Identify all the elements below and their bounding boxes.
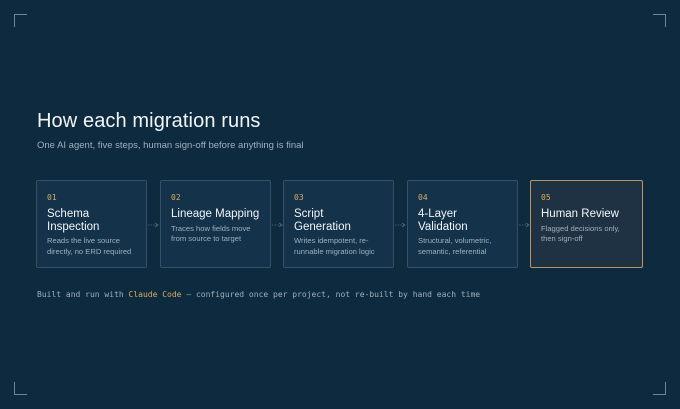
step-number: 03 xyxy=(294,193,304,202)
footer-highlight: Claude Code xyxy=(128,290,182,299)
arrow-right-icon xyxy=(519,222,530,228)
step-name: Human Review xyxy=(541,208,619,220)
step-card-lineage-mapping: 02 Lineage Mapping Traces how fields mov… xyxy=(160,180,271,268)
corner-mark-top-right xyxy=(653,14,666,27)
page-title: How each migration runs xyxy=(37,110,261,132)
step-card-script-generation: 03 Script Generation Writes idempotent, … xyxy=(283,180,394,268)
step-number: 02 xyxy=(171,193,181,202)
step-description: Reads the live source directly, no ERD r… xyxy=(47,236,132,256)
arrow-right-icon xyxy=(148,222,159,228)
process-steps: 01 Schema Inspection Reads the live sour… xyxy=(36,180,643,270)
corner-mark-bottom-left xyxy=(14,382,27,395)
step-name: 4-Layer Validation xyxy=(418,208,468,233)
step-card-human-review: 05 Human Review Flagged decisions only, … xyxy=(530,180,643,268)
step-description: Writes idempotent, re-runnable migration… xyxy=(294,236,375,256)
step-description: Traces how fields move from source to ta… xyxy=(171,223,251,244)
footer-suffix: — configured once per project, not re-bu… xyxy=(181,290,481,299)
step-description: Flagged decisions only, then sign-off xyxy=(541,223,620,244)
page-subtitle: One AI agent, five steps, human sign-off… xyxy=(37,140,304,151)
footer-prefix: Built and run with xyxy=(37,290,129,299)
arrow-right-icon xyxy=(395,222,406,228)
arrow-right-icon xyxy=(272,222,283,228)
step-description: Structural, volumetric, semantic, refere… xyxy=(418,236,492,256)
step-number: 01 xyxy=(47,193,57,202)
step-number: 05 xyxy=(541,193,551,202)
step-card-schema-inspection: 01 Schema Inspection Reads the live sour… xyxy=(36,180,147,268)
corner-mark-top-left xyxy=(14,14,27,27)
footer-note: Built and run with Claude Code — configu… xyxy=(37,290,480,299)
step-name: Lineage Mapping xyxy=(171,208,260,220)
step-number: 04 xyxy=(418,193,428,202)
step-card-4-layer-validation: 04 4-Layer Validation Structural, volume… xyxy=(407,180,518,268)
step-name: Schema Inspection xyxy=(47,208,100,233)
corner-mark-bottom-right xyxy=(653,382,666,395)
step-name: Script Generation xyxy=(294,208,351,233)
